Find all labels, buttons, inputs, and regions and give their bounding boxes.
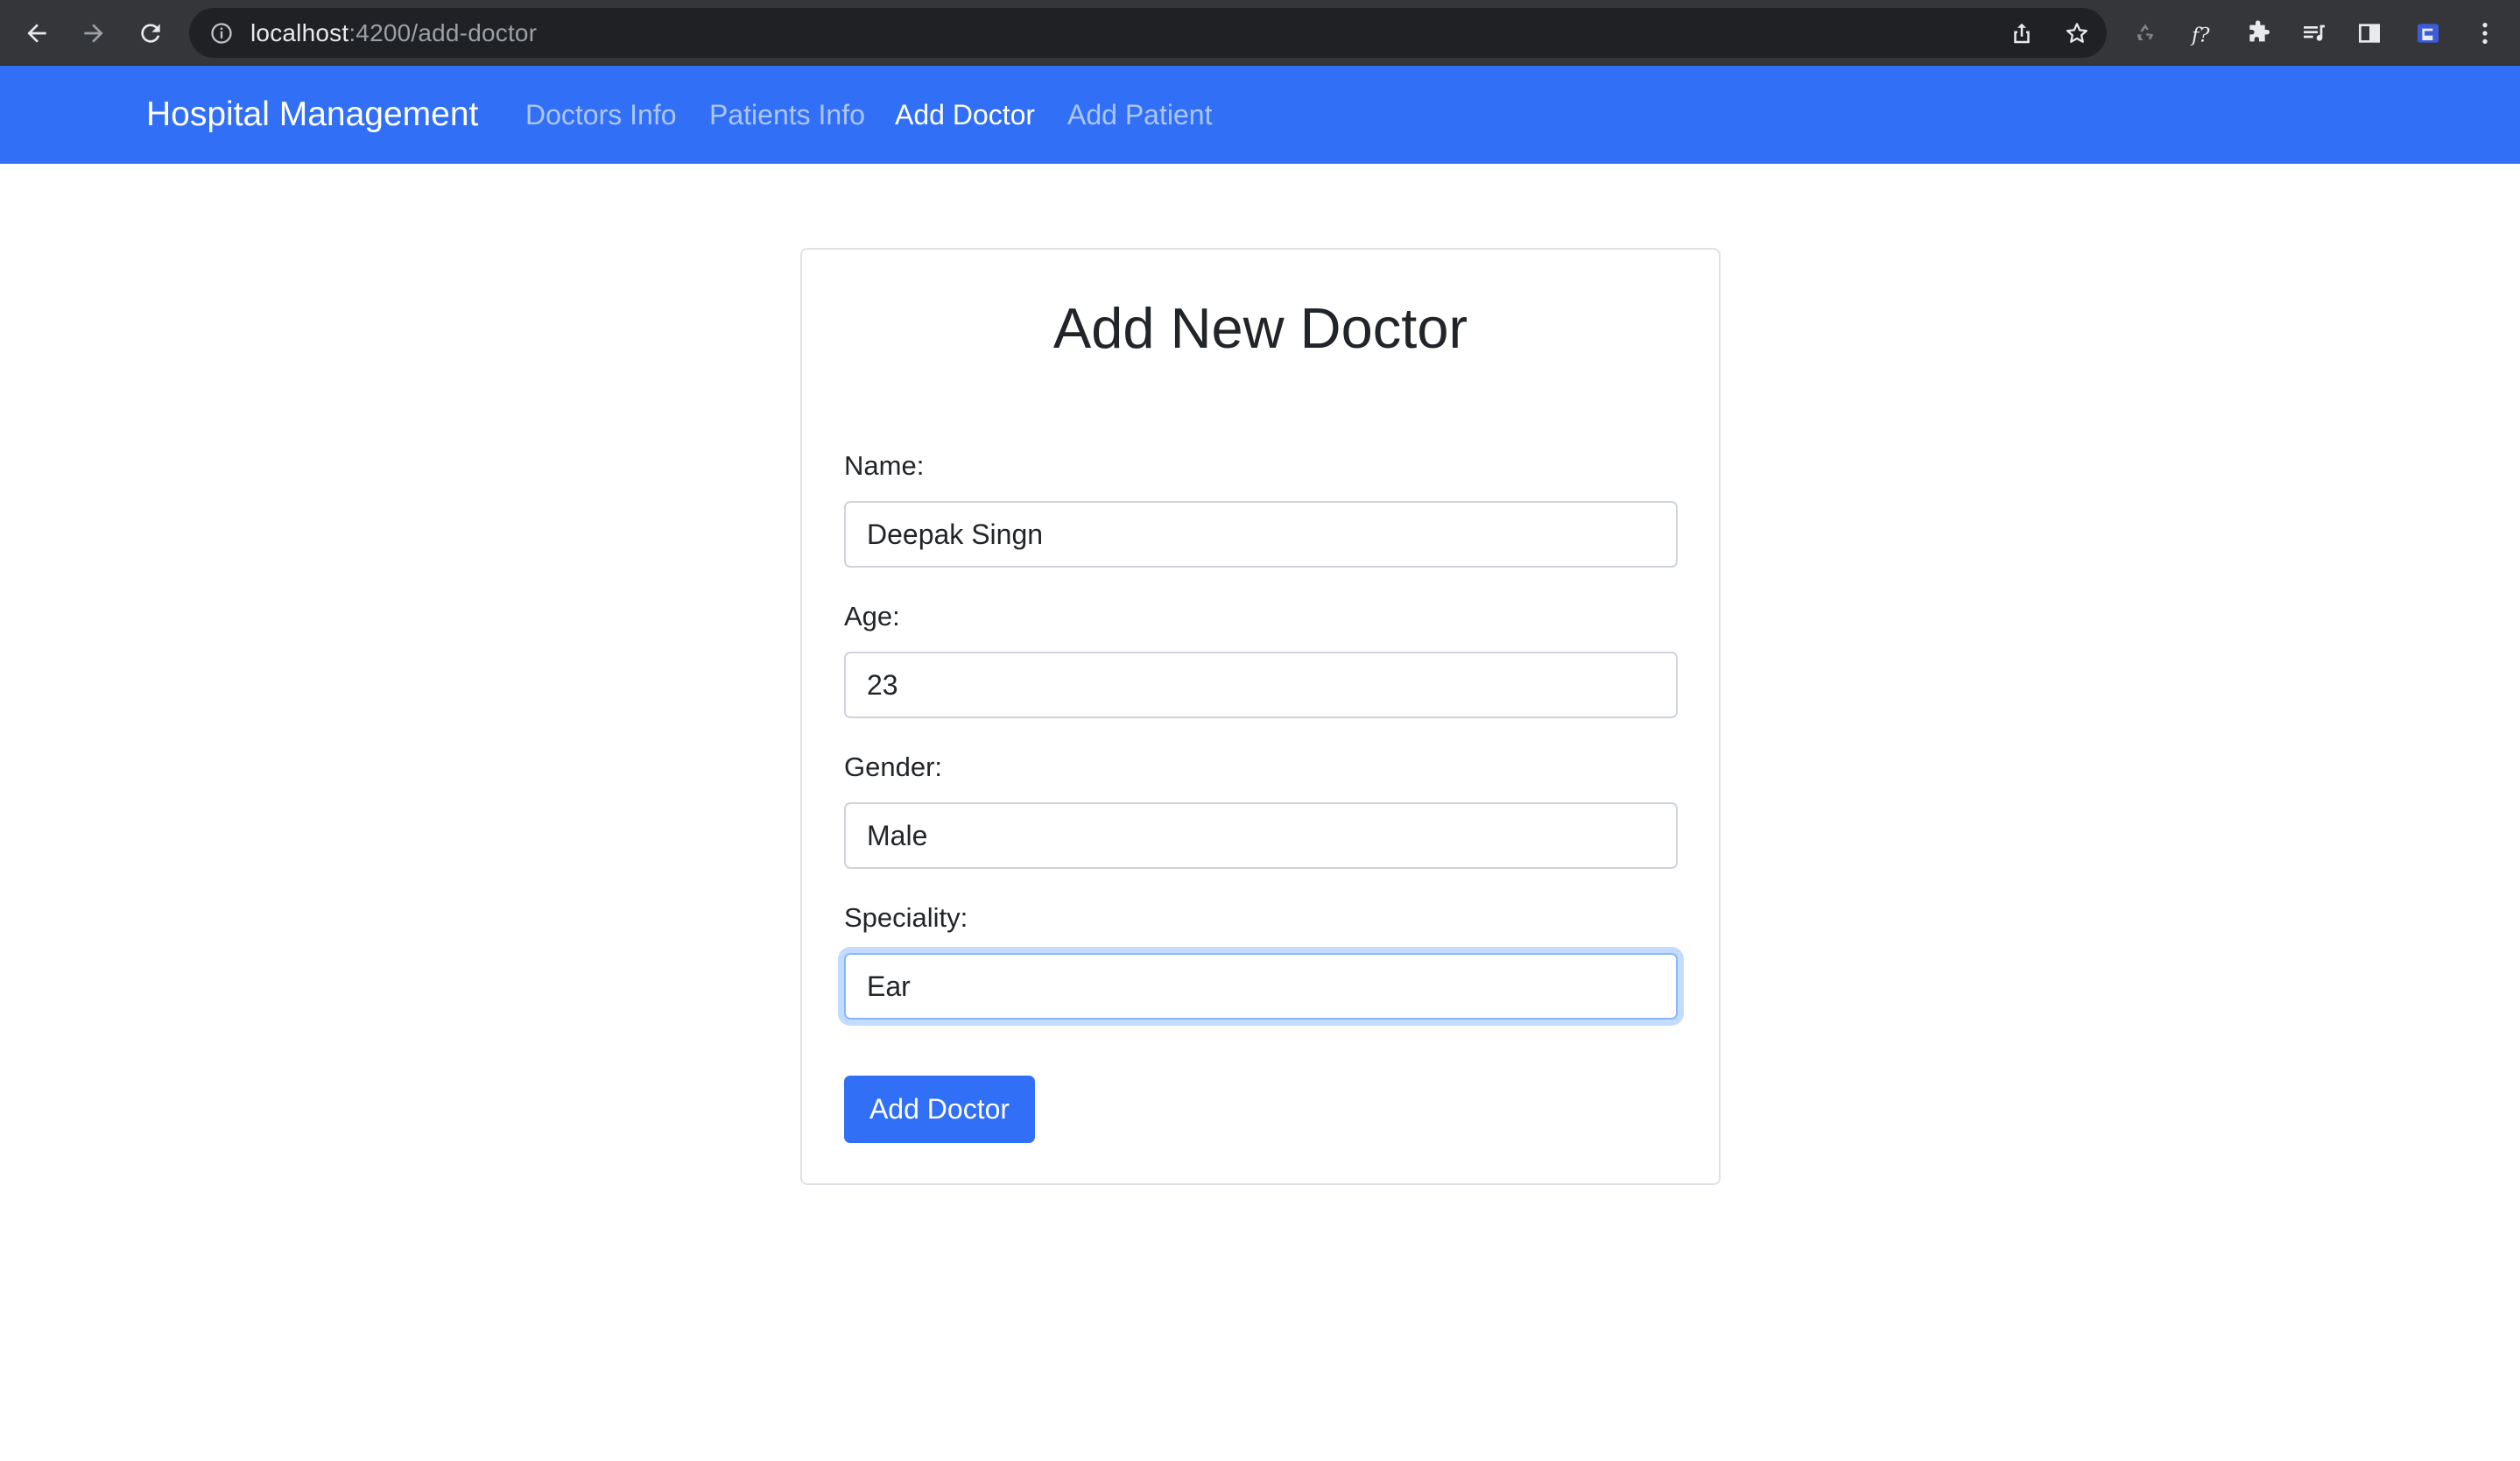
recycle-icon[interactable] (2129, 18, 2161, 49)
url-text: localhost:4200/add-doctor (250, 19, 537, 47)
url-host: localhost (250, 18, 349, 46)
back-arrow-icon[interactable] (21, 18, 53, 49)
function-icon[interactable]: f? (2186, 18, 2218, 49)
kebab-menu-icon[interactable] (2469, 18, 2501, 49)
puzzle-icon[interactable] (2243, 18, 2275, 49)
name-label: Name: (844, 450, 925, 481)
gender-label: Gender: (844, 752, 943, 782)
nav-link-add-doctor[interactable]: Add Doctor (895, 99, 1035, 131)
age-input[interactable] (844, 652, 1678, 718)
url-path: :4200/add-doctor (348, 18, 538, 46)
brand-link[interactable]: Hospital Management (146, 95, 478, 134)
info-icon[interactable] (208, 20, 235, 46)
side-panel-icon[interactable] (2354, 18, 2385, 49)
app-navbar: Hospital Management Doctors Info Patient… (0, 66, 2520, 164)
name-input[interactable] (844, 501, 1678, 568)
forward-arrow-icon[interactable] (78, 18, 109, 49)
share-icon[interactable] (2007, 18, 2037, 48)
gender-input[interactable] (844, 802, 1678, 869)
profile-icon[interactable] (2412, 18, 2444, 49)
age-label: Age: (844, 601, 900, 632)
star-icon[interactable] (2062, 18, 2092, 48)
reload-icon[interactable] (135, 18, 166, 49)
add-doctor-button[interactable]: Add Doctor (844, 1076, 1035, 1143)
address-bar[interactable]: localhost:4200/add-doctor (189, 8, 2107, 58)
svg-text:f?: f? (2190, 24, 2210, 46)
nav-link-doctors-info[interactable]: Doctors Info (525, 99, 677, 131)
media-queue-icon[interactable] (2298, 18, 2330, 49)
page-title: Add New Doctor (1052, 296, 1468, 360)
nav-link-patients-info[interactable]: Patients Info (709, 99, 865, 131)
add-doctor-card: Add New Doctor Name: Age: Gender: Specia… (800, 248, 1721, 1185)
browser-toolbar: localhost:4200/add-doctor f? (0, 0, 2520, 66)
nav-link-add-patient[interactable]: Add Patient (1067, 99, 1212, 131)
speciality-input[interactable] (844, 953, 1678, 1020)
speciality-label: Speciality: (844, 902, 968, 933)
